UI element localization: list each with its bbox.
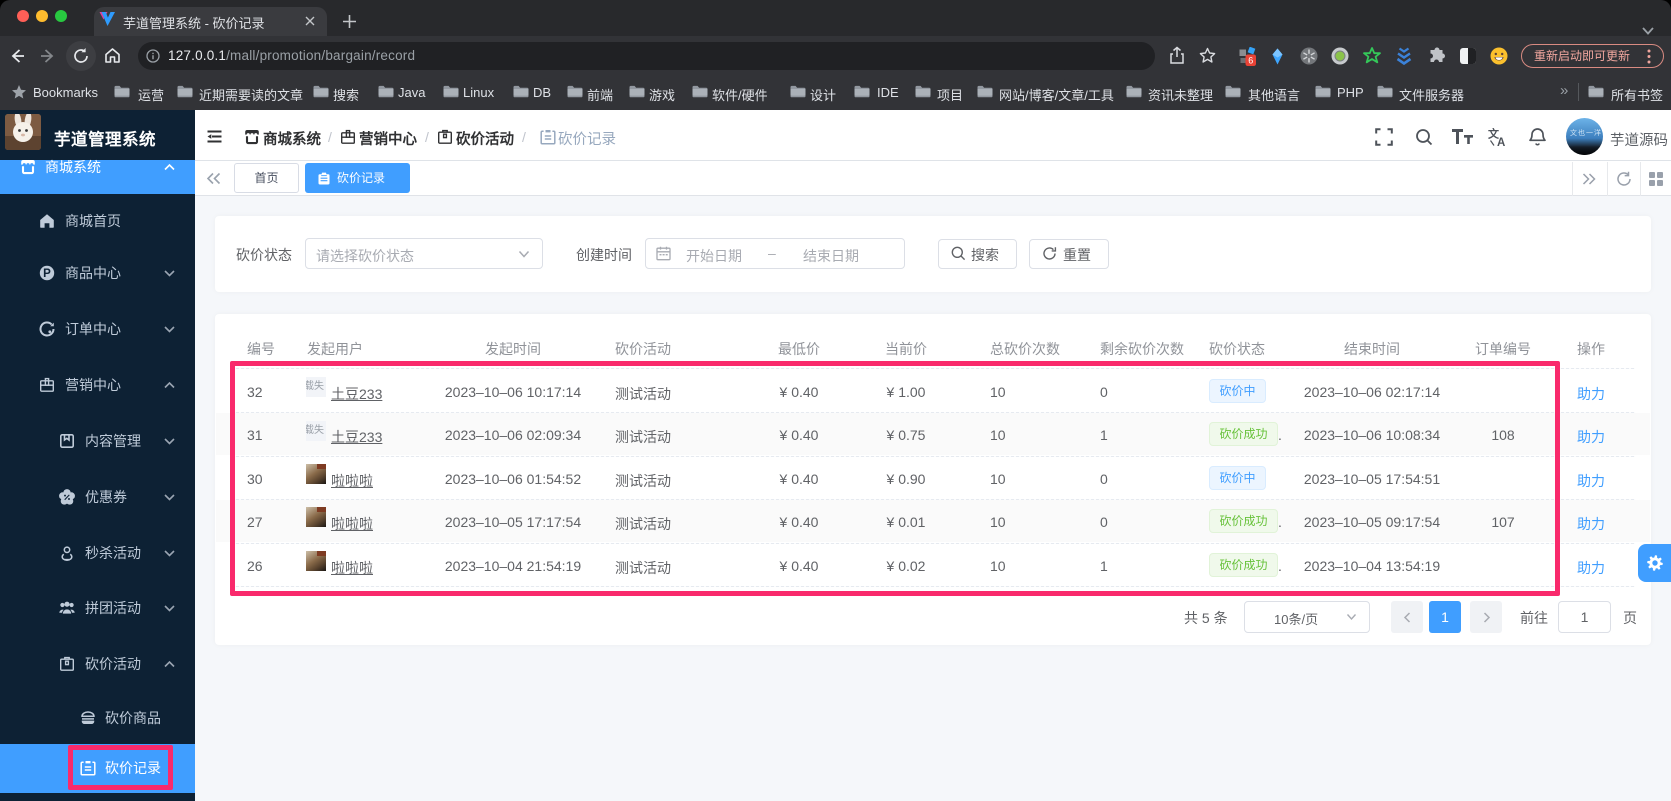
svg-text:6: 6 [1248, 56, 1253, 66]
svg-text:A: A [1497, 137, 1505, 147]
svg-text:P: P [43, 268, 51, 280]
